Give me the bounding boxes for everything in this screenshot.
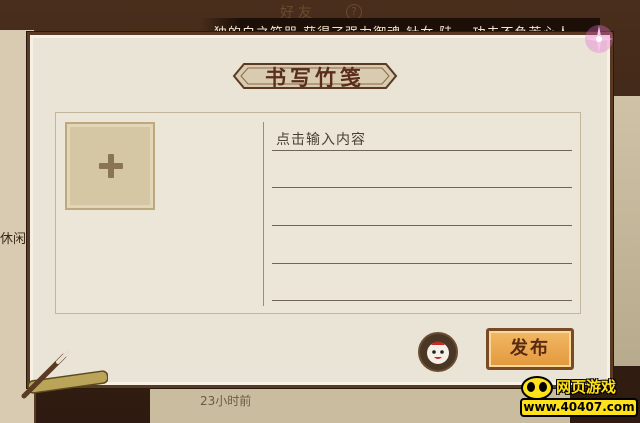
ruled-line (272, 225, 572, 226)
content-divider (263, 122, 264, 306)
watermark-url: www.40407.com (520, 398, 638, 417)
plus-icon (99, 154, 123, 178)
post-time: 23小时前 (200, 394, 252, 408)
text-placeholder: 点击输入内容 (276, 132, 366, 148)
title-plaque: 书写竹笺 (230, 58, 400, 94)
watermark-title: 网页游戏 (556, 378, 617, 396)
bamboo-brush-icon (21, 350, 108, 399)
ruled-line (272, 263, 572, 264)
dialog-title: 书写竹笺 (265, 65, 365, 90)
ruled-line (272, 300, 572, 301)
note-text-input[interactable]: 点击输入内容 (272, 124, 572, 304)
ruled-line (272, 150, 572, 151)
publish-button[interactable]: 发布 (486, 328, 574, 370)
mascot-face-icon (521, 376, 553, 400)
ruled-line (272, 187, 572, 188)
avatar-face-icon (427, 341, 449, 364)
sparkle-icon[interactable] (582, 22, 616, 56)
site-watermark: 网页游戏 www.40407.com (514, 372, 640, 423)
add-image-button[interactable] (65, 122, 155, 210)
avatar-button[interactable] (418, 332, 458, 372)
left-panel-label: 休闲 (0, 232, 27, 247)
